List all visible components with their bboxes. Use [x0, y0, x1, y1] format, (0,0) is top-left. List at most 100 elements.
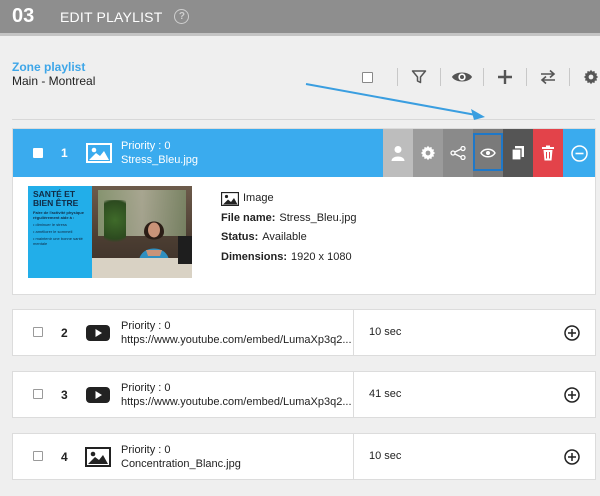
duplicate-button[interactable] [503, 129, 533, 177]
thumbnail-text-panel: SANTÉ ET BIEN ÊTRE Faire de l'activité p… [28, 186, 92, 278]
swap-icon[interactable] [537, 66, 559, 88]
thumbnail-bullet: • améliorer le sommeil [33, 229, 73, 234]
zone-playlist-label: Zone playlist [12, 60, 86, 74]
step-number: 03 [12, 5, 35, 27]
item-index: 3 [61, 388, 68, 402]
playlist-item-row[interactable]: 2 Priority : 0 https://www.youtube.com/e… [12, 309, 596, 356]
toolbar-separator [526, 68, 527, 86]
thumbnail-title: BIEN ÊTRE [33, 198, 79, 208]
share-button[interactable] [443, 129, 473, 177]
item-info: Priority : 0 https://www.youtube.com/emb… [121, 319, 352, 347]
item-settings-button[interactable] [413, 129, 443, 177]
file-name-value: Stress_Bleu.jpg [279, 211, 357, 224]
item-duration: 10 sec [369, 450, 402, 462]
item-priority: Priority : 0 [121, 382, 171, 394]
row-separator [353, 372, 354, 417]
filter-icon[interactable] [408, 66, 430, 88]
row-separator [353, 434, 354, 479]
image-icon [86, 143, 112, 163]
gear-icon[interactable] [580, 66, 600, 88]
thumbnail-person [139, 221, 169, 262]
eye-icon [480, 148, 496, 158]
playlist-item-row[interactable]: 4 Priority : 0 Concentration_Blanc.jpg 1… [12, 433, 596, 480]
status-label: Status: [221, 231, 259, 243]
item-info: Priority : 0 Stress_Bleu.jpg [121, 139, 198, 167]
item-filename: Stress_Bleu.jpg [121, 154, 199, 166]
delete-button[interactable] [533, 129, 563, 177]
item-source: https://www.youtube.com/embed/LumaXp3q2.… [121, 396, 352, 408]
item-thumbnail: SANTÉ ET BIEN ÊTRE Faire de l'activité p… [28, 186, 192, 278]
item-checkbox[interactable] [33, 327, 43, 337]
item-details: Image File name: Stress_Bleu.jpg Status:… [221, 189, 356, 267]
item-checkbox[interactable] [33, 148, 43, 158]
item-priority: Priority : 0 [121, 444, 171, 456]
item-checkbox[interactable] [33, 451, 43, 461]
item-index: 4 [61, 450, 68, 464]
item-source: https://www.youtube.com/embed/LumaXp3q2.… [121, 334, 352, 346]
row-separator [353, 310, 354, 355]
file-name-label: File name: [221, 211, 276, 224]
minus-circle-icon [570, 144, 588, 162]
dimensions-label: Dimensions: [221, 250, 288, 263]
youtube-icon [85, 385, 111, 405]
toolbar-separator [483, 68, 484, 86]
thumbnail-image: SANTÉ ET BIEN ÊTRE Faire de l'activité p… [28, 186, 192, 278]
eye-icon[interactable] [451, 66, 473, 88]
assign-user-button[interactable] [383, 129, 413, 177]
preview-button[interactable] [473, 129, 503, 177]
file-name-row: File name: Stress_Bleu.jpg [221, 209, 356, 229]
media-type: Image [221, 189, 356, 209]
dimensions-row: Dimensions: 1920 x 1080 [221, 248, 356, 268]
item-duration: 41 sec [369, 388, 402, 400]
thumbnail-desk [92, 258, 192, 278]
page-title: EDIT PLAYLIST [60, 8, 163, 25]
item-actions [383, 129, 595, 177]
thumbnail-monitor [178, 236, 192, 264]
plus-circle-icon [564, 449, 580, 465]
status-value: Available [262, 231, 307, 243]
item-index: 1 [61, 146, 68, 160]
item-info: Priority : 0 https://www.youtube.com/emb… [121, 381, 352, 409]
thumbnail-bullet: • maintenir une bonne santé mentale [33, 236, 83, 246]
dimensions-value: 1920 x 1080 [291, 250, 352, 263]
toolbar-separator [569, 68, 570, 86]
selected-item-row[interactable]: 1 Priority : 0 Stress_Bleu.jpg [13, 129, 595, 177]
trash-icon [542, 145, 554, 161]
playlist-toolbar [362, 64, 600, 90]
playlist-item-row[interactable]: 3 Priority : 0 https://www.youtube.com/e… [12, 371, 596, 418]
gear-icon [420, 145, 436, 161]
item-source: Concentration_Blanc.jpg [121, 458, 241, 470]
expand-button[interactable] [564, 449, 580, 465]
header-bar: 03 EDIT PLAYLIST ? [0, 0, 600, 33]
status-row: Status: Available [221, 228, 356, 248]
zone-name: Main - Montreal [12, 74, 96, 88]
youtube-icon [85, 323, 111, 343]
thumbnail-plant [104, 200, 126, 250]
media-type-label: Image [243, 192, 274, 204]
copy-icon [511, 146, 524, 161]
playlist-item-expanded: 1 Priority : 0 Stress_Bleu.jpg SANTÉ ET … [12, 128, 596, 295]
item-checkbox[interactable] [33, 389, 43, 399]
image-icon [85, 447, 111, 467]
help-icon[interactable]: ? [174, 9, 190, 24]
plus-circle-icon [564, 325, 580, 341]
item-index: 2 [61, 326, 68, 340]
plus-circle-icon [564, 387, 580, 403]
select-all-checkbox[interactable] [362, 71, 373, 83]
toolbar-divider [12, 119, 595, 120]
plus-icon[interactable] [494, 66, 516, 88]
item-priority: Priority : 0 [121, 320, 171, 332]
share-icon [450, 146, 466, 160]
thumbnail-bullet: • diminuer le stress [33, 222, 67, 227]
toolbar-separator [440, 68, 441, 86]
header-divider [0, 33, 600, 36]
item-info: Priority : 0 Concentration_Blanc.jpg [121, 443, 241, 471]
expand-button[interactable] [564, 387, 580, 403]
expand-button[interactable] [564, 325, 580, 341]
thumbnail-subtitle: Faire de l'activité physique régulièreme… [33, 210, 84, 220]
item-duration: 10 sec [369, 326, 402, 338]
collapse-button[interactable] [563, 129, 595, 177]
item-priority: Priority : 0 [121, 140, 171, 152]
user-icon [391, 146, 405, 161]
image-icon [221, 191, 239, 206]
